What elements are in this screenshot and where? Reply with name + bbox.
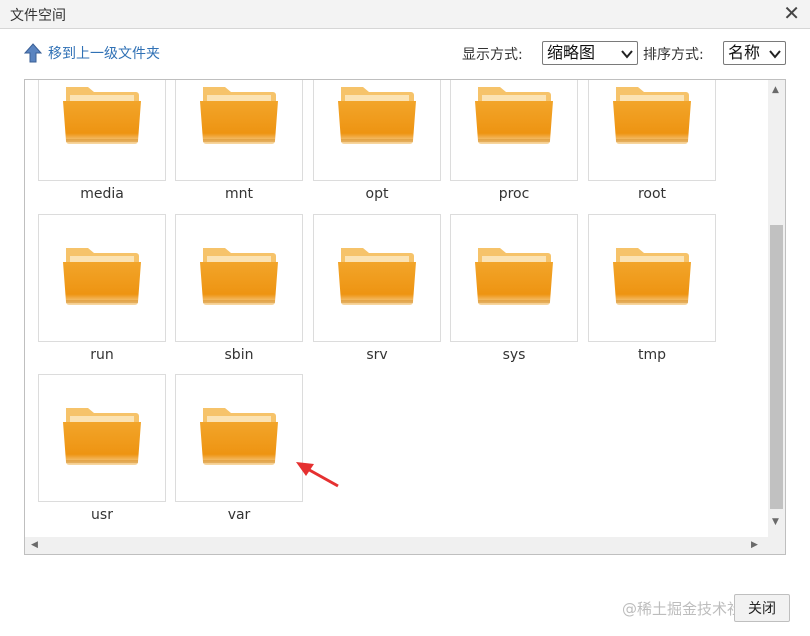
- folder-name: sys: [502, 347, 526, 363]
- folder-thumbnail[interactable]: [588, 214, 716, 342]
- folder-icon: [475, 248, 553, 305]
- folder-item[interactable]: opt: [313, 80, 441, 202]
- folder-icon: [63, 87, 141, 144]
- sort-mode-value: 名称: [728, 43, 761, 62]
- folder-item[interactable]: usr: [38, 374, 166, 523]
- folder-name: usr: [91, 507, 113, 523]
- close-icon[interactable]: ✕: [783, 2, 800, 24]
- folder-name: srv: [366, 347, 388, 363]
- folder-item[interactable]: var: [175, 374, 303, 523]
- folder-icon: [338, 87, 416, 144]
- folder-item[interactable]: proc: [450, 80, 578, 202]
- display-mode-label: 显示方式:: [462, 47, 523, 63]
- folder-name: root: [637, 186, 667, 202]
- scroll-up-icon[interactable]: ▲: [772, 85, 779, 95]
- folder-icon: [200, 408, 278, 465]
- dialog-title: 文件空间: [10, 8, 66, 24]
- folder-item[interactable]: mnt: [175, 80, 303, 202]
- folder-thumbnail[interactable]: [313, 214, 441, 342]
- folder-name: media: [80, 186, 124, 202]
- folder-name: mnt: [225, 186, 253, 202]
- toolbar: 移到上一级文件夹 显示方式: 缩略图 排序方式: 名称: [0, 29, 810, 79]
- folder-name: sbin: [224, 347, 254, 363]
- folder-item[interactable]: sys: [450, 214, 578, 363]
- chevron-down-icon: [621, 50, 633, 59]
- dialog-titlebar: 文件空间 ✕: [0, 0, 810, 29]
- up-arrow-icon: [24, 43, 42, 63]
- sort-mode-select[interactable]: 名称: [723, 41, 786, 65]
- folder-thumbnail[interactable]: [450, 80, 578, 181]
- file-pane: media mnt opt proc root run sbin srv sys…: [24, 79, 786, 555]
- folder-icon: [338, 248, 416, 305]
- folder-thumbnail[interactable]: [175, 80, 303, 181]
- folder-thumbnail[interactable]: [38, 80, 166, 181]
- display-mode-select[interactable]: 缩略图: [542, 41, 638, 65]
- folder-thumbnail[interactable]: [175, 374, 303, 502]
- folder-icon: [200, 87, 278, 144]
- folder-name: opt: [365, 186, 389, 202]
- folder-thumbnail[interactable]: [38, 214, 166, 342]
- horizontal-scrollbar[interactable]: ◀ ▶: [25, 537, 785, 554]
- folder-thumbnail[interactable]: [175, 214, 303, 342]
- folder-item[interactable]: run: [38, 214, 166, 363]
- folder-thumbnail[interactable]: [588, 80, 716, 181]
- folder-icon: [613, 87, 691, 144]
- vertical-scrollbar[interactable]: ▲ ▼: [768, 80, 785, 537]
- sort-mode-label: 排序方式:: [643, 47, 704, 63]
- folder-icon: [63, 248, 141, 305]
- folder-thumbnail[interactable]: [450, 214, 578, 342]
- folder-name: run: [90, 347, 114, 363]
- chevron-down-icon: [769, 50, 781, 59]
- folder-name: var: [227, 507, 251, 523]
- close-button[interactable]: 关闭: [734, 594, 790, 622]
- folder-icon: [475, 87, 553, 144]
- folder-item[interactable]: tmp: [588, 214, 716, 363]
- folder-icon: [200, 248, 278, 305]
- display-mode-value: 缩略图: [547, 43, 596, 62]
- annotation-arrow-icon: [296, 462, 339, 488]
- up-one-level-link[interactable]: 移到上一级文件夹: [24, 43, 160, 63]
- scroll-right-icon[interactable]: ▶: [751, 540, 758, 550]
- folder-item[interactable]: srv: [313, 214, 441, 363]
- vertical-scroll-thumb[interactable]: [770, 225, 783, 509]
- up-one-level-label: 移到上一级文件夹: [48, 46, 160, 62]
- folder-name: proc: [498, 186, 530, 202]
- folder-item[interactable]: sbin: [175, 214, 303, 363]
- folder-name: tmp: [637, 347, 666, 363]
- folder-item[interactable]: root: [588, 80, 716, 202]
- folder-icon: [63, 408, 141, 465]
- folder-item[interactable]: media: [38, 80, 166, 202]
- scroll-left-icon[interactable]: ◀: [31, 540, 38, 550]
- folder-thumbnail[interactable]: [313, 80, 441, 181]
- folder-icon: [613, 248, 691, 305]
- scroll-down-icon[interactable]: ▼: [772, 517, 779, 527]
- folder-thumbnail[interactable]: [38, 374, 166, 502]
